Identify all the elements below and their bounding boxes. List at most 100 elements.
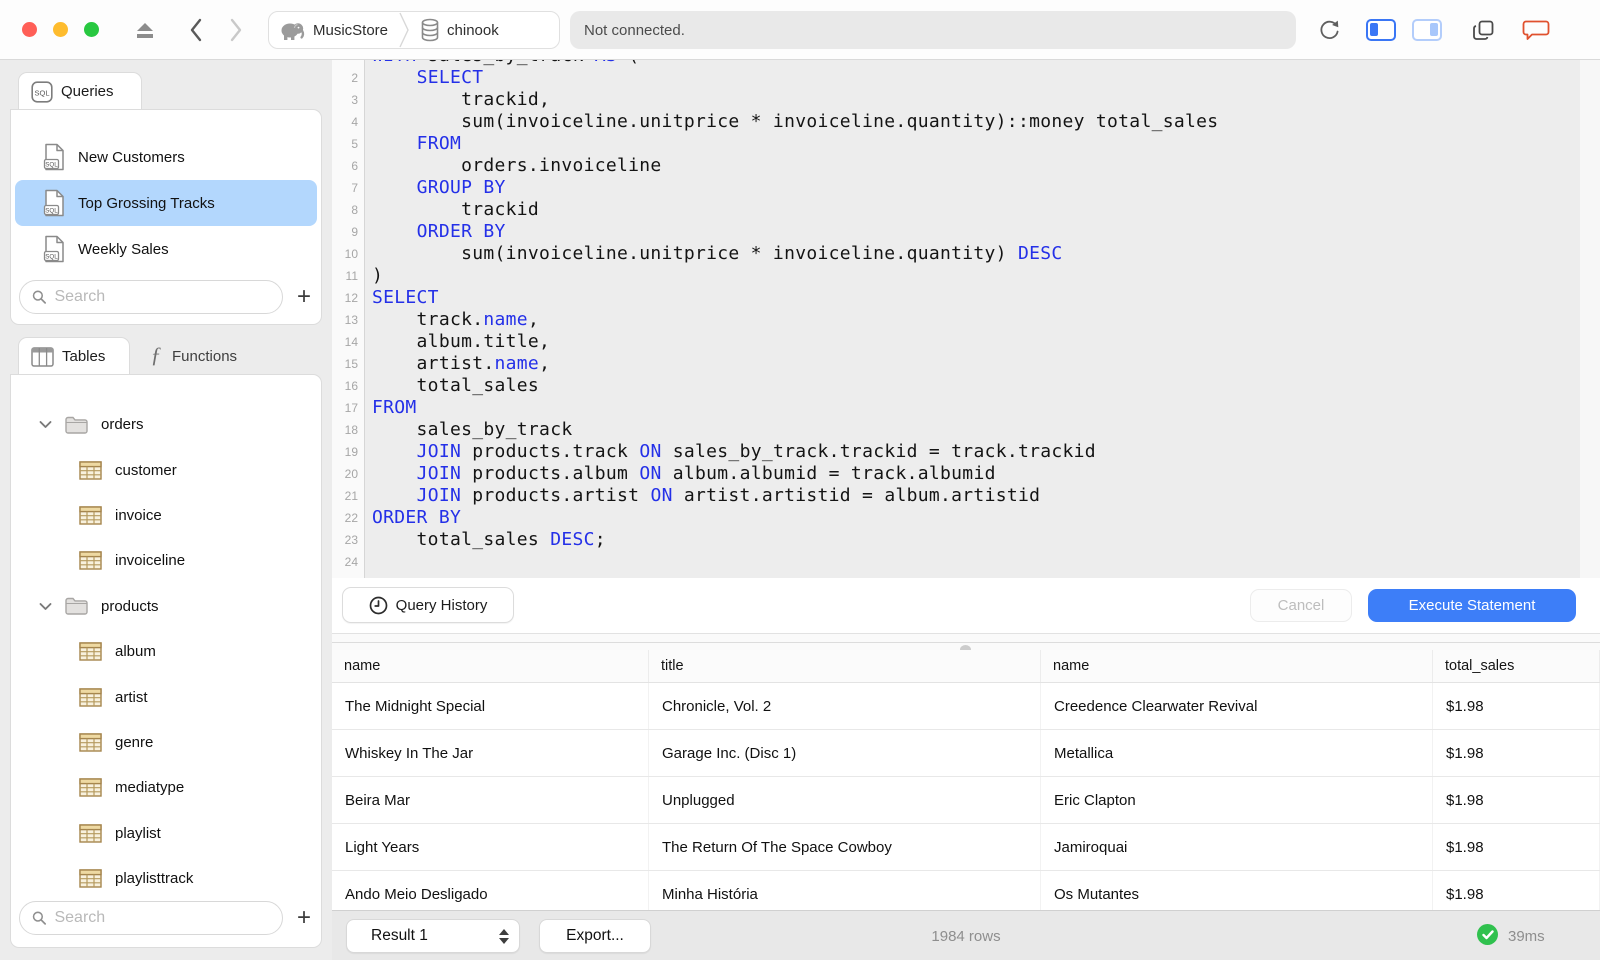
code-line[interactable]: trackid <box>372 199 539 221</box>
query-history-button[interactable]: Query History <box>342 587 514 623</box>
cell[interactable]: The Return Of The Space Cowboy <box>649 824 1041 870</box>
cell[interactable]: Metallica <box>1041 730 1433 776</box>
cell[interactable]: $1.98 <box>1433 824 1600 870</box>
cell[interactable]: Eric Clapton <box>1041 777 1433 823</box>
tree-folder-row[interactable]: products <box>11 584 321 629</box>
cell[interactable]: The Midnight Special <box>332 683 649 729</box>
code-line[interactable]: sum(invoiceline.unitprice * invoiceline.… <box>372 243 1063 265</box>
query-item[interactable]: SQL Top Grossing Tracks <box>15 180 317 226</box>
add-table-button[interactable]: + <box>293 906 315 930</box>
code-line[interactable]: ) <box>372 265 383 287</box>
export-button[interactable]: Export... <box>539 919 651 953</box>
close-window-button[interactable] <box>22 22 37 37</box>
code-line[interactable]: WITH sales_by_track AS ( <box>372 60 639 67</box>
cell[interactable]: Creedence Clearwater Revival <box>1041 683 1433 729</box>
cell[interactable]: Whiskey In The Jar <box>332 730 649 776</box>
cell[interactable]: Unplugged <box>649 777 1041 823</box>
sql-editor[interactable]: 123456789101112131415161718192021222324 … <box>332 60 1600 578</box>
column-header[interactable]: title <box>649 650 1041 682</box>
window-tabs-button[interactable] <box>1468 16 1498 44</box>
code-line[interactable]: total_sales <box>372 375 539 397</box>
code-line[interactable]: JOIN products.album ON album.albumid = t… <box>372 463 996 485</box>
reload-button[interactable] <box>1314 15 1344 45</box>
toggle-left-sidebar-button[interactable] <box>1366 19 1396 41</box>
eject-button[interactable] <box>130 16 160 44</box>
column-header[interactable]: total_sales <box>1433 650 1600 682</box>
cell[interactable]: $1.98 <box>1433 683 1600 729</box>
code-line[interactable]: artist.name, <box>372 353 550 375</box>
feedback-button[interactable] <box>1520 16 1552 44</box>
tables-search[interactable] <box>19 901 283 935</box>
forward-button[interactable] <box>222 14 250 46</box>
code-line[interactable]: orders.invoiceline <box>372 155 662 177</box>
connection-status: Not connected. <box>570 11 1296 49</box>
column-header[interactable]: name <box>332 650 649 682</box>
code-line[interactable]: trackid, <box>372 89 550 111</box>
row-count: 1984 rows <box>332 911 1600 960</box>
breadcrumb-server[interactable]: MusicStore <box>269 12 398 48</box>
column-header[interactable]: name <box>1041 650 1433 682</box>
tab-tables[interactable]: Tables <box>18 337 130 375</box>
add-query-button[interactable]: + <box>293 285 315 309</box>
breadcrumb-database[interactable]: chinook <box>410 12 509 48</box>
code-line[interactable]: total_sales DESC; <box>372 529 606 551</box>
tab-queries[interactable]: SQL Queries <box>18 72 142 110</box>
line-number: 19 <box>344 445 358 459</box>
tables-tree: orders customer invoice invoiceline prod… <box>11 402 321 912</box>
tree-table-row[interactable]: genre <box>11 720 321 765</box>
query-item[interactable]: SQL Weekly Sales <box>11 226 321 272</box>
code-line[interactable]: ORDER BY <box>372 507 461 529</box>
queries-search-input[interactable] <box>54 288 270 306</box>
tree-table-row[interactable]: customer <box>11 447 321 492</box>
elephant-icon <box>281 23 305 40</box>
code-line[interactable]: FROM <box>372 397 417 419</box>
tree-table-row[interactable]: mediatype <box>11 765 321 810</box>
tree-folder-row[interactable]: orders <box>11 402 321 447</box>
tables-search-input[interactable] <box>54 909 270 927</box>
cell[interactable]: Chronicle, Vol. 2 <box>649 683 1041 729</box>
tree-table-row[interactable]: playlist <box>11 811 321 856</box>
code-line[interactable]: FROM <box>372 133 461 155</box>
cell[interactable]: Jamiroquai <box>1041 824 1433 870</box>
code-line[interactable]: sum(invoiceline.unitprice * invoiceline.… <box>372 111 1218 133</box>
code-line[interactable]: sales_by_track <box>372 419 573 441</box>
editor-scrollbar-track[interactable] <box>1580 60 1600 578</box>
code-line[interactable]: album.title, <box>372 331 550 353</box>
cell[interactable]: Light Years <box>332 824 649 870</box>
code-line[interactable]: ORDER BY <box>372 221 506 243</box>
cell[interactable]: $1.98 <box>1433 777 1600 823</box>
result-selector[interactable]: Result 1 <box>346 919 520 953</box>
tree-table-row[interactable]: artist <box>11 674 321 719</box>
code-line[interactable]: GROUP BY <box>372 177 506 199</box>
query-item[interactable]: SQL New Customers <box>11 134 321 180</box>
cancel-button[interactable]: Cancel <box>1250 589 1352 622</box>
zoom-window-button[interactable] <box>84 22 99 37</box>
tree-table-row[interactable]: invoice <box>11 493 321 538</box>
back-button[interactable] <box>182 14 210 46</box>
tree-item-label: customer <box>115 461 177 479</box>
cell[interactable]: Garage Inc. (Disc 1) <box>649 730 1041 776</box>
code-line[interactable]: JOIN products.artist ON artist.artistid … <box>372 485 1040 507</box>
toggle-right-sidebar-button[interactable] <box>1412 19 1442 41</box>
code-line[interactable]: SELECT <box>372 67 484 89</box>
table-row[interactable]: The Midnight Special Chronicle, Vol. 2 Cre… <box>332 683 1600 730</box>
chevron-right-icon <box>230 18 242 42</box>
queries-search[interactable] <box>19 280 283 314</box>
table-row[interactable]: Whiskey In The Jar Garage Inc. (Disc 1) Me… <box>332 730 1600 777</box>
tree-table-row[interactable]: playlisttrack <box>11 856 321 901</box>
execute-statement-button[interactable]: Execute Statement <box>1368 589 1576 622</box>
svg-text:ƒ: ƒ <box>151 344 162 367</box>
code-line[interactable]: SELECT <box>372 287 439 309</box>
code-line[interactable]: JOIN products.track ON sales_by_track.tr… <box>372 441 1096 463</box>
execute-label: Execute Statement <box>1408 597 1536 614</box>
cell[interactable]: Beira Mar <box>332 777 649 823</box>
table-row[interactable]: Light Years The Return Of The Space Cowbo… <box>332 824 1600 871</box>
sidebar: SQL Queries SQL New Customers SQL Top Gros… <box>0 60 332 960</box>
tree-table-row[interactable]: album <box>11 629 321 674</box>
code-line[interactable]: track.name, <box>372 309 539 331</box>
table-row[interactable]: Beira Mar Unplugged Eric Clapton $1.98 <box>332 777 1600 824</box>
minimize-window-button[interactable] <box>53 22 68 37</box>
tree-table-row[interactable]: invoiceline <box>11 538 321 583</box>
cell[interactable]: $1.98 <box>1433 730 1600 776</box>
tab-functions[interactable]: ƒ Functions <box>136 337 286 375</box>
